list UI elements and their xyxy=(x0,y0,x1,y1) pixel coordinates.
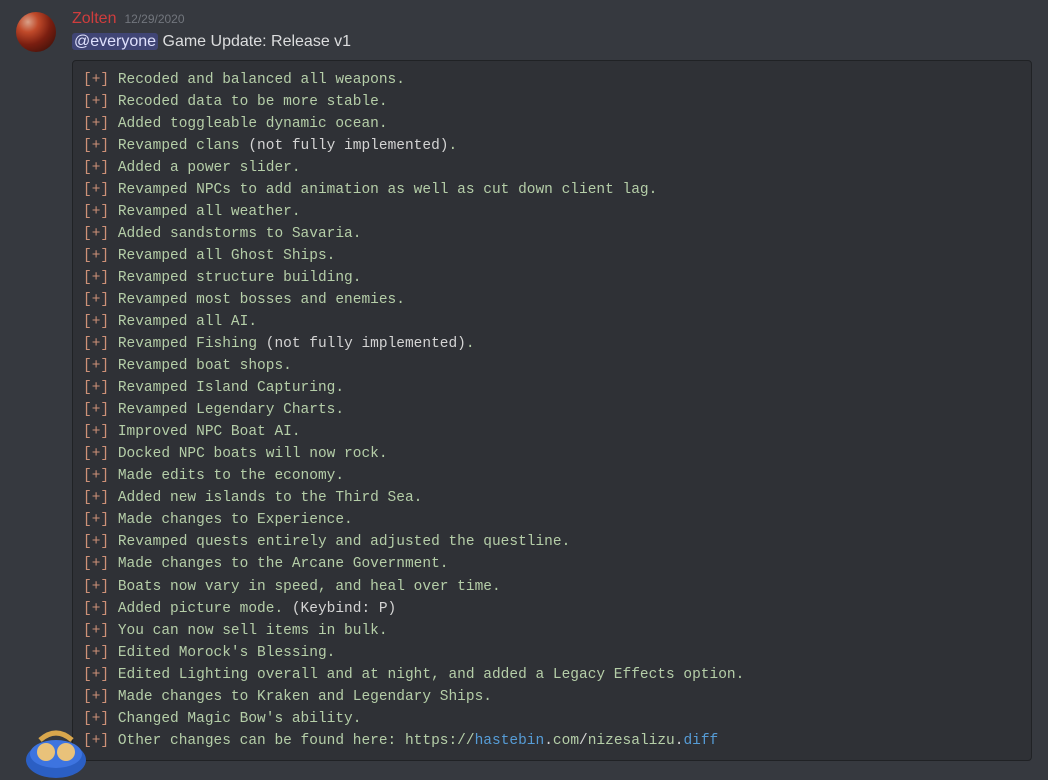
avatar[interactable] xyxy=(16,12,56,52)
message-text: Game Update: Release v1 xyxy=(158,33,351,50)
timestamp: 12/29/2020 xyxy=(124,11,184,28)
code-block: [+] Recoded and balanced all weapons. [+… xyxy=(72,60,1032,761)
mention-everyone[interactable]: @everyone xyxy=(72,33,158,50)
message-header: Zolten 12/29/2020 xyxy=(72,8,1032,30)
message-content: Zolten 12/29/2020 @everyone Game Update:… xyxy=(72,8,1032,761)
username[interactable]: Zolten xyxy=(72,8,116,30)
message: Zolten 12/29/2020 @everyone Game Update:… xyxy=(0,0,1048,761)
message-body: @everyone Game Update: Release v1 xyxy=(72,31,1032,53)
